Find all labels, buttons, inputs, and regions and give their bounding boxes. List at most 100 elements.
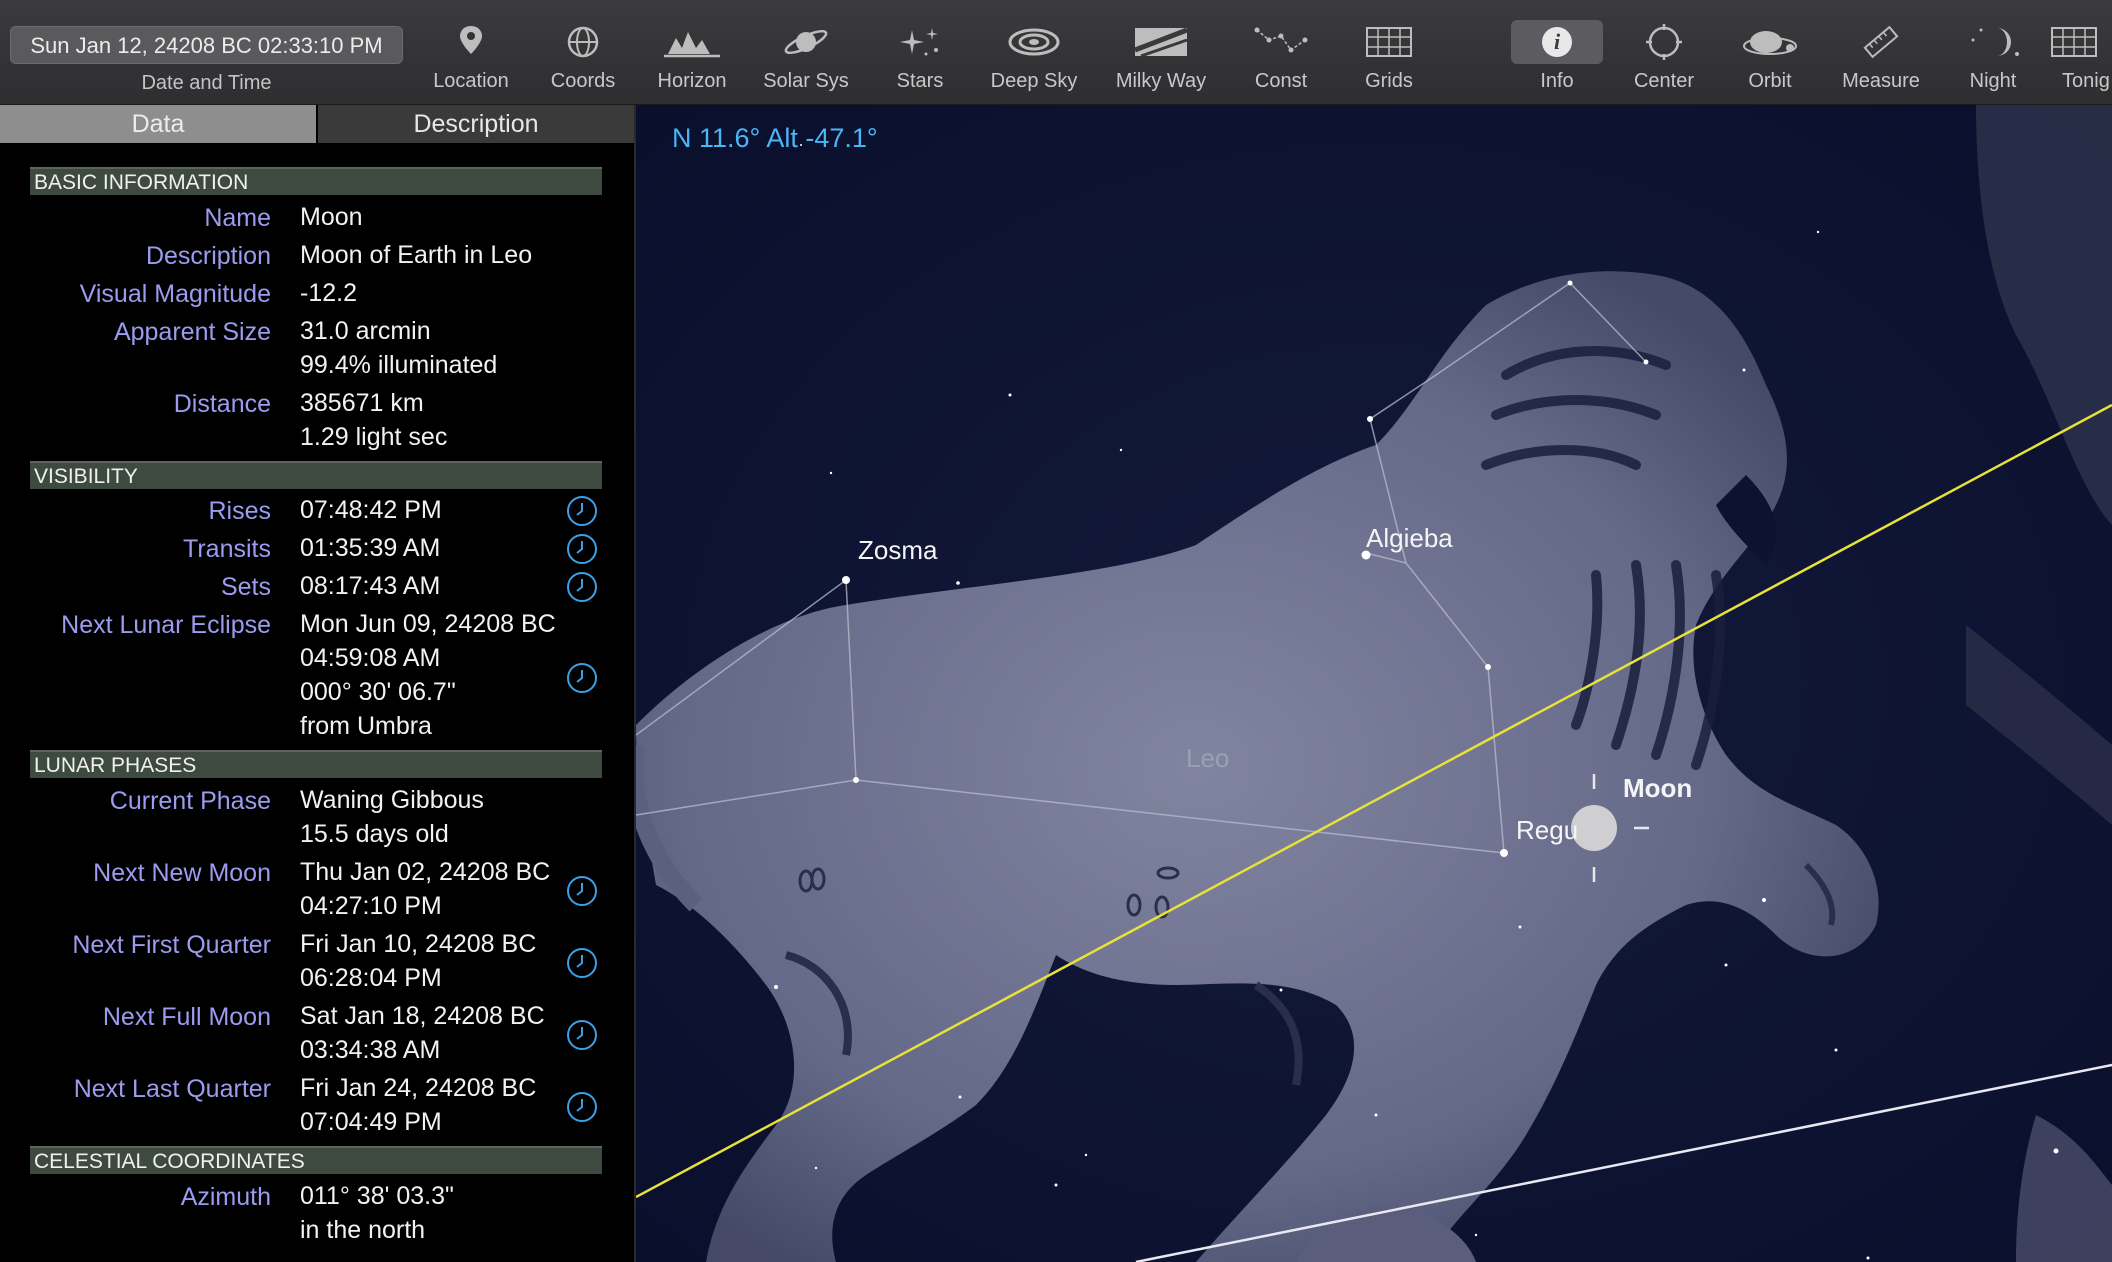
section-lunar-phases[interactable]: LUNAR PHASES	[30, 750, 602, 778]
coords-icon	[553, 20, 613, 64]
new-moon-clock-icon[interactable]	[566, 875, 598, 907]
section-celestial-coordinates[interactable]: CELESTIAL COORDINATES	[30, 1146, 602, 1174]
next-last-quarter-label: Next Last Quarter	[73, 1075, 271, 1103]
grids-label: Grids	[1365, 70, 1413, 92]
calendar-icon	[2048, 20, 2108, 64]
deep-sky-label: Deep Sky	[990, 70, 1078, 92]
azimuth-value: 011° 38' 03.3"	[300, 1182, 454, 1210]
galaxy-icon	[1004, 20, 1064, 64]
eclipse-separation-value: 000° 30' 06.7"	[300, 678, 456, 706]
direction-altitude-readout: N 11.6° Alt -47.1°	[672, 123, 878, 153]
distance-light-sec-value: 1.29 light sec	[300, 423, 448, 451]
next-new-moon-date: Thu Jan 02, 24208 BC	[300, 858, 551, 886]
coords-button[interactable]: Coords	[528, 20, 638, 100]
center-label: Center	[1633, 70, 1695, 92]
measure-button[interactable]: Measure	[1826, 20, 1936, 100]
rises-label: Rises	[208, 497, 271, 525]
distance-label: Distance	[173, 390, 271, 418]
center-button[interactable]: Center	[1609, 20, 1719, 100]
eclipse-umbra-value: from Umbra	[300, 712, 432, 740]
tab-description[interactable]: Description	[318, 105, 634, 143]
grids-button[interactable]: Grids	[1334, 20, 1444, 100]
star-label-regulus[interactable]: Regu	[1516, 815, 1578, 846]
center-icon	[1634, 20, 1694, 64]
stars-button[interactable]: Stars	[865, 20, 975, 100]
milky-way-icon	[1131, 20, 1191, 64]
illumination-value: 99.4% illuminated	[300, 351, 498, 379]
azimuth-direction: in the north	[300, 1216, 426, 1244]
constellation-label-leo[interactable]: Leo	[1186, 743, 1229, 774]
deep-sky-button[interactable]: Deep Sky	[979, 20, 1089, 100]
section-visibility[interactable]: VISIBILITY	[30, 461, 602, 489]
stars-icon	[890, 20, 950, 64]
orbit-button[interactable]: Orbit	[1715, 20, 1825, 100]
apparent-size-value: 31.0 arcmin	[300, 317, 431, 345]
svg-text:i: i	[1554, 29, 1561, 54]
visual-magnitude-label: Visual Magnitude	[79, 280, 271, 308]
name-value: Moon	[300, 203, 363, 231]
object-label-moon[interactable]: Moon	[1623, 773, 1692, 804]
first-quarter-clock-icon[interactable]	[566, 947, 598, 979]
measure-label: Measure	[1842, 70, 1920, 92]
eclipse-date-value: Mon Jun 09, 24208 BC	[300, 610, 556, 638]
stars-label: Stars	[896, 70, 944, 92]
horizon-icon	[662, 20, 722, 64]
horizon-label: Horizon	[657, 70, 727, 92]
planet-icon	[776, 20, 836, 64]
star-label-algieba[interactable]: Algieba	[1366, 523, 1453, 554]
full-moon-clock-icon[interactable]	[566, 1019, 598, 1051]
tab-data[interactable]: Data	[0, 105, 316, 143]
location-pin-icon	[441, 20, 501, 64]
next-first-quarter-label: Next First Quarter	[72, 931, 271, 959]
description-label: Description	[145, 242, 271, 270]
constellation-icon	[1251, 20, 1311, 64]
next-first-quarter-date: Fri Jan 10, 24208 BC	[300, 930, 537, 958]
section-basic-information[interactable]: BASIC INFORMATION	[30, 167, 602, 195]
next-last-quarter-time: 07:04:49 PM	[300, 1108, 442, 1136]
coords-label: Coords	[550, 70, 616, 92]
transits-label: Transits	[183, 535, 271, 563]
info-icon: i	[1511, 20, 1603, 64]
constellations-button[interactable]: Const	[1226, 20, 1336, 100]
orbit-icon	[1740, 20, 1800, 64]
ruler-icon	[1851, 20, 1911, 64]
info-panel: Data Description BASIC INFORMATION Name …	[0, 105, 636, 1262]
transits-value: 01:35:39 AM	[300, 534, 441, 562]
sky-view[interactable]: N 11.6° Alt -47.1° Zosma Algieba Leo Moo…	[636, 105, 2112, 1262]
grid-icon	[1359, 20, 1419, 64]
horizon-button[interactable]: Horizon	[637, 20, 747, 100]
eclipse-time-value: 04:59:08 AM	[300, 644, 441, 672]
last-quarter-clock-icon[interactable]	[566, 1091, 598, 1123]
next-full-moon-date: Sat Jan 18, 24208 BC	[300, 1002, 545, 1030]
moon-age-value: 15.5 days old	[300, 820, 449, 848]
tonight-label: Tonig	[2062, 70, 2110, 92]
panel-tabs: Data Description	[0, 105, 634, 143]
eclipse-clock-icon[interactable]	[566, 662, 598, 694]
star-label-zosma[interactable]: Zosma	[858, 535, 937, 566]
info-label: Info	[1540, 70, 1574, 92]
name-label: Name	[204, 204, 271, 232]
next-full-moon-time: 03:34:38 AM	[300, 1036, 441, 1064]
date-time-label: Date and Time	[141, 72, 272, 94]
transits-clock-icon[interactable]	[566, 533, 598, 565]
solar-system-button[interactable]: Solar Sys	[751, 20, 861, 100]
current-phase-value: Waning Gibbous	[300, 786, 484, 814]
toolbar: Sun Jan 12, 24208 BC 02:33:10 PM Date an…	[0, 0, 2112, 105]
info-button[interactable]: i Info	[1502, 20, 1612, 100]
sets-clock-icon[interactable]	[566, 571, 598, 603]
location-button[interactable]: Location	[416, 20, 526, 100]
next-first-quarter-time: 06:28:04 PM	[300, 964, 442, 992]
sky-canvas	[636, 105, 2112, 1262]
constellations-label: Const	[1254, 70, 1308, 92]
tonight-button[interactable]: Tonig	[2032, 20, 2112, 100]
sets-value: 08:17:43 AM	[300, 572, 441, 600]
milky-way-button[interactable]: Milky Way	[1106, 20, 1216, 100]
app-window: Sun Jan 12, 24208 BC 02:33:10 PM Date an…	[0, 0, 2112, 1262]
description-value: Moon of Earth in Leo	[300, 241, 533, 269]
next-new-moon-time: 04:27:10 PM	[300, 892, 442, 920]
rises-value: 07:48:42 PM	[300, 496, 442, 524]
date-time-field[interactable]: Sun Jan 12, 24208 BC 02:33:10 PM	[10, 26, 403, 64]
current-phase-label: Current Phase	[109, 787, 271, 815]
next-lunar-eclipse-label: Next Lunar Eclipse	[61, 611, 271, 639]
rises-clock-icon[interactable]	[566, 495, 598, 527]
